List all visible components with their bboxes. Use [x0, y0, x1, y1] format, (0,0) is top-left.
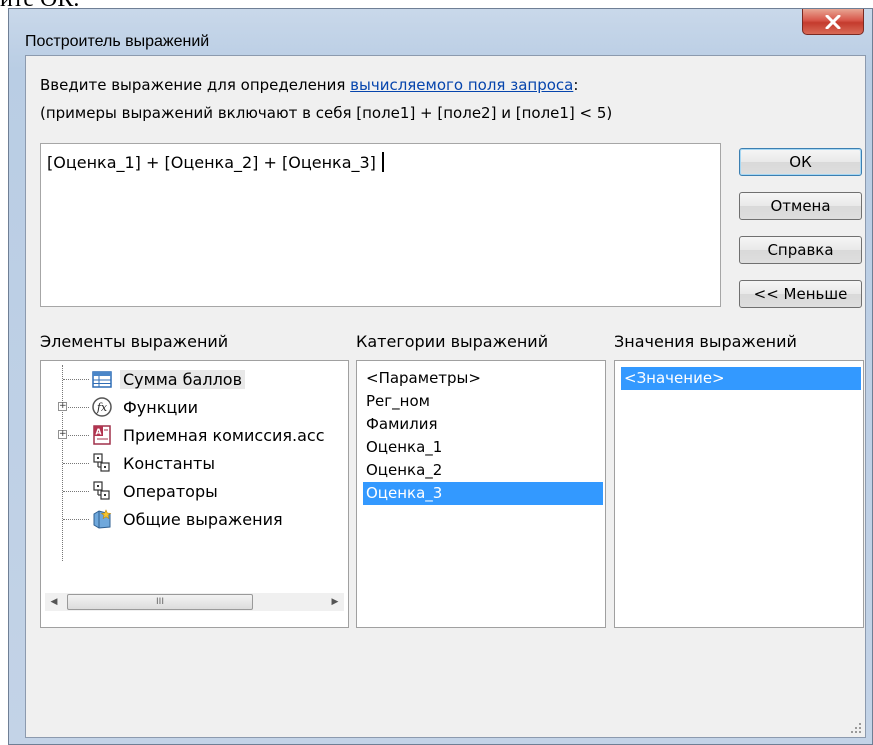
tree-item-label: Общие выражения [123, 510, 283, 529]
prompt-label: Введите выражение для определения [40, 76, 351, 94]
expression-builder-dialog: Построитель выражений Введите выражение … [8, 8, 873, 745]
category-item[interactable]: Оценка_1 [363, 436, 603, 459]
tree-connector [68, 435, 89, 436]
scroll-left-icon[interactable]: ◀ [45, 593, 63, 611]
tree-item-label: Функции [123, 398, 199, 417]
expand-icon[interactable]: + [58, 430, 67, 439]
category-item-selected[interactable]: Оценка_3 [363, 482, 603, 505]
horizontal-scrollbar[interactable]: ◀ III ▶ [45, 593, 344, 611]
operators-icon [93, 481, 110, 500]
expression-elements-tree[interactable]: Сумма баллов + fx Функции + A Приемная к… [40, 360, 349, 628]
text-caret [381, 152, 384, 172]
scroll-right-icon[interactable]: ▶ [326, 593, 344, 611]
tree-connector [63, 519, 89, 520]
constants-icon [93, 453, 110, 472]
svg-text:fx: fx [96, 401, 108, 414]
value-item-selected[interactable]: <Значение> [621, 367, 861, 390]
query-icon [92, 371, 112, 388]
tree-connector [63, 463, 89, 464]
expression-elements-label: Элементы выражений [40, 332, 229, 351]
expression-values-label: Значения выражений [614, 332, 797, 351]
expression-text: [Оценка_1] + [Оценка_2] + [Оценка_3] [47, 153, 376, 172]
examples-hint: (примеры выражений включают в себя [поле… [40, 104, 613, 122]
common-expressions-icon [93, 509, 112, 529]
expression-categories-list[interactable]: <Параметры> Рег_ном Фамилия Оценка_1 Оце… [356, 360, 606, 628]
category-item[interactable]: Рег_ном [363, 390, 603, 413]
close-icon [825, 14, 841, 29]
svg-text:A: A [95, 428, 102, 437]
tree-item-label: Константы [123, 454, 215, 473]
cancel-button[interactable]: Отмена [739, 192, 862, 220]
tree-connector [68, 407, 89, 408]
help-button[interactable]: Справка [739, 236, 862, 264]
category-item[interactable]: Фамилия [363, 413, 603, 436]
scrollbar-thumb[interactable]: III [67, 594, 253, 610]
tree-connector [63, 379, 89, 380]
category-item[interactable]: Оценка_2 [363, 459, 603, 482]
calculated-field-link[interactable]: вычисляемого поля запроса [350, 76, 573, 94]
dialog-body: Введите выражение для определения вычисл… [25, 55, 866, 738]
expression-input[interactable]: [Оценка_1] + [Оценка_2] + [Оценка_3] [40, 143, 721, 307]
close-button[interactable] [802, 9, 864, 35]
prompt-text: Введите выражение для определения вычисл… [40, 76, 578, 94]
window-title: Построитель выражений [25, 33, 210, 50]
tree-item-label: Сумма баллов [120, 370, 246, 389]
tree-connector [63, 491, 89, 492]
tree-item-label: Приемная комиссия.acc [123, 426, 325, 445]
expression-categories-label: Категории выражений [356, 332, 549, 351]
prompt-colon: : [573, 76, 579, 94]
expand-icon[interactable]: + [58, 402, 67, 411]
less-button[interactable]: << Меньше [739, 280, 862, 308]
resize-grip-icon[interactable] [850, 722, 862, 734]
title-bar[interactable]: Построитель выражений [9, 9, 872, 53]
tree-item-label: Операторы [123, 482, 218, 501]
function-icon: fx [92, 397, 112, 417]
access-database-icon: A [93, 425, 111, 445]
ok-button[interactable]: ОК [739, 148, 862, 176]
category-item[interactable]: <Параметры> [363, 367, 603, 390]
expression-values-list[interactable]: <Значение> [614, 360, 864, 628]
